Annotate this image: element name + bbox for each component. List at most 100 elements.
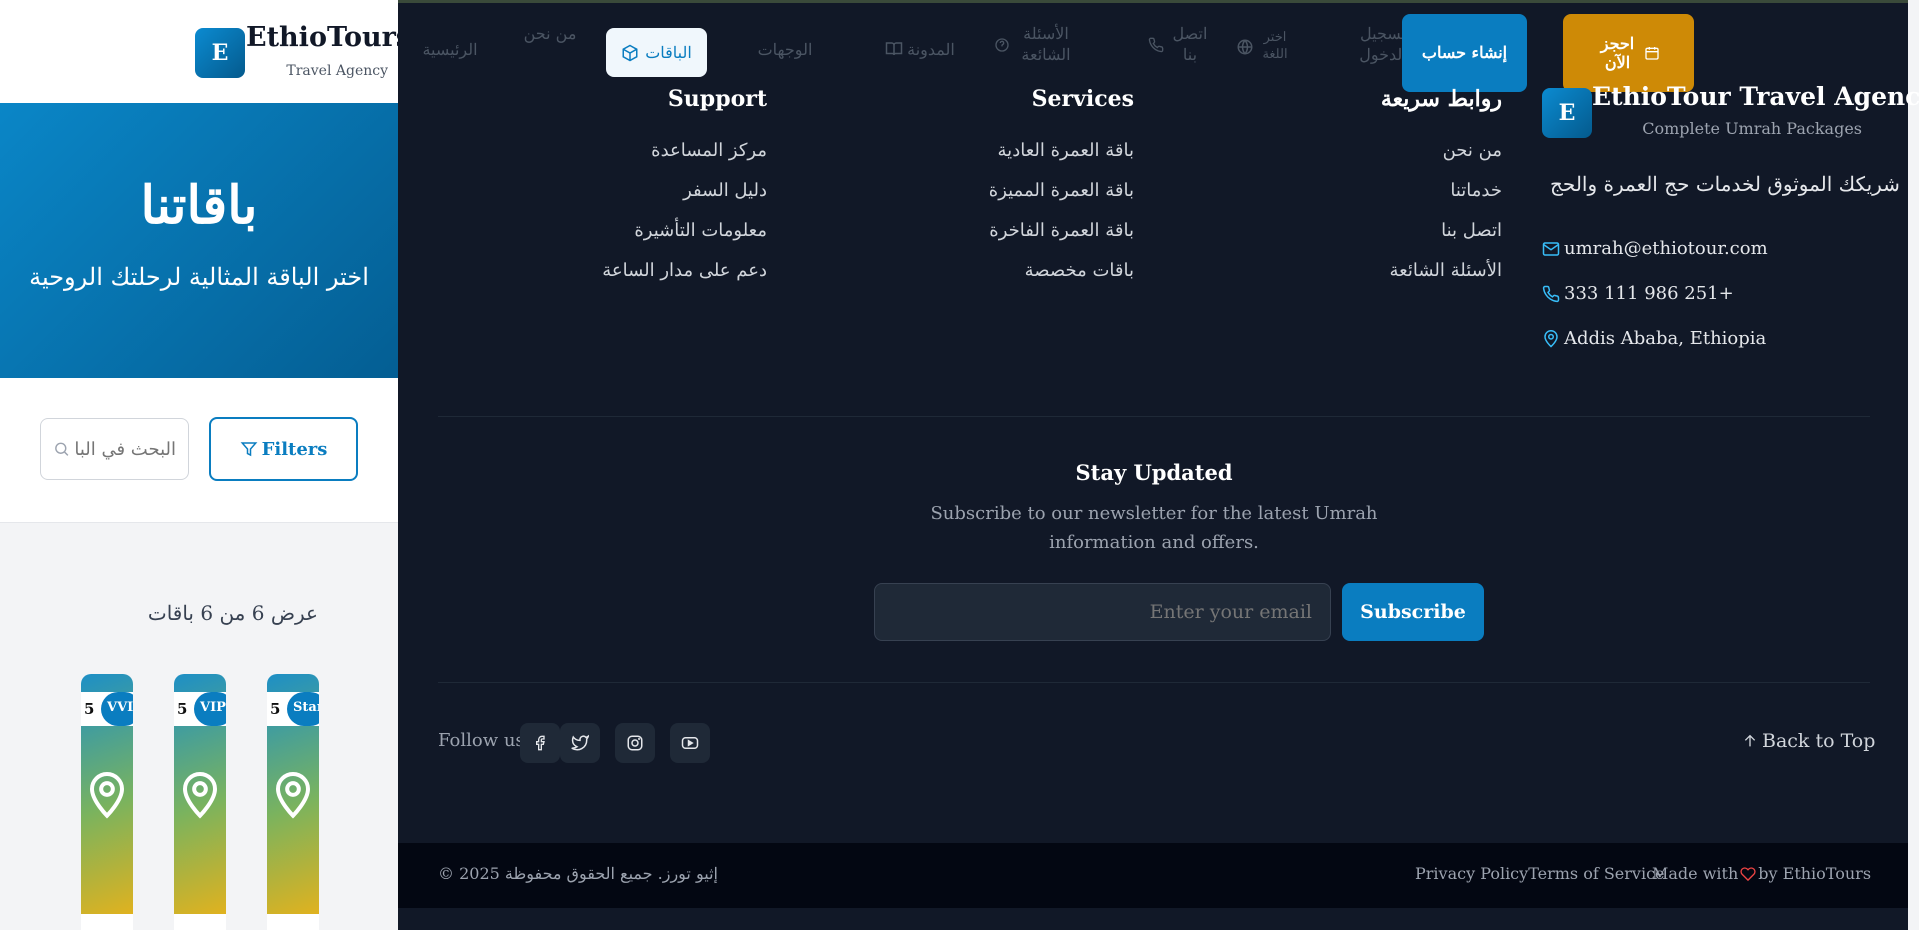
book-now-button[interactable]: احجز الآن	[1563, 14, 1694, 92]
address-text: Addis Ababa, Ethiopia	[1564, 328, 1767, 349]
nav-faq[interactable]: الأسئلة الشائعة	[994, 24, 1094, 66]
footer-link-faq[interactable]: الأسئلة الشائعة	[1300, 260, 1502, 281]
social-twitter[interactable]	[560, 723, 600, 763]
location-pin-icon	[182, 772, 218, 819]
footer-link-about[interactable]: من نحن	[1300, 140, 1502, 161]
footer-link-help-center[interactable]: مركز المساعدة	[567, 140, 767, 161]
footer-link-custom-packages[interactable]: باقات مخصصة	[934, 260, 1134, 281]
footer-brand: EthioTour Travel Agency	[1592, 82, 1919, 111]
package-tier-badge: VVIP	[101, 692, 133, 726]
page-title: باقاتنا	[140, 175, 258, 236]
email-text: umrah@ethiotour.com	[1564, 238, 1768, 259]
footer-link-regular-umrah[interactable]: باقة العمرة العادية	[934, 140, 1134, 161]
book-icon	[885, 42, 903, 56]
footer-logo-icon: E	[1542, 88, 1592, 138]
rating-value: 5	[84, 700, 95, 718]
hero-section: باقاتنا اختر الباقة المثالية لرحلتك الرو…	[0, 103, 398, 378]
logo-icon[interactable]: E	[195, 28, 245, 78]
subscribe-button[interactable]: Subscribe	[1342, 583, 1484, 641]
back-to-top-label: Back to Top	[1762, 730, 1876, 752]
phone-icon	[1542, 285, 1560, 302]
social-instagram[interactable]	[615, 723, 655, 763]
youtube-icon	[681, 737, 699, 749]
package-card[interactable]: 5 Standard	[267, 674, 319, 930]
nav-about[interactable]: من نحن	[520, 24, 580, 45]
terms-of-service-link[interactable]: Terms of Service	[1528, 864, 1664, 883]
search-icon	[55, 442, 69, 456]
filters-button[interactable]: Filters	[209, 417, 358, 481]
packages-page: E EthioTours Travel Agency باقاتنا اختر …	[0, 0, 398, 930]
twitter-icon	[571, 734, 589, 751]
divider	[438, 682, 1870, 683]
calendar-icon	[1644, 47, 1659, 60]
package-tier-badge: VIP	[194, 692, 226, 726]
facebook-icon	[536, 735, 545, 751]
package-tier-badge: Standard	[287, 692, 319, 726]
filters-label: Filters	[261, 438, 328, 460]
footer-link-visa-info[interactable]: معلومات التأشيرة	[567, 220, 767, 241]
newsletter-email-input[interactable]	[874, 583, 1331, 641]
nav-destinations[interactable]: الوجهات	[745, 40, 825, 61]
made-with-label: Made with	[1652, 864, 1739, 883]
help-icon	[995, 38, 1009, 52]
mail-icon	[1542, 241, 1560, 256]
nav-contact-label: اتصل بنا	[1172, 24, 1208, 64]
footer-link-travel-guide[interactable]: دليل السفر	[567, 180, 767, 201]
nav-faq-label: الأسئلة الشائعة	[1021, 24, 1071, 64]
support-title: Support	[667, 86, 767, 112]
footer-link-contact[interactable]: اتصل بنا	[1300, 220, 1502, 241]
divider	[438, 416, 1870, 417]
nav-packages-label: الباقات	[645, 43, 692, 62]
book-now-label: احجز الآن	[1600, 33, 1635, 72]
footer-link-support-24-7[interactable]: دعم على مدار الساعة	[567, 260, 767, 281]
heart-icon	[1740, 866, 1756, 881]
footer-description: شريكك الموثوق لخدمات حج العمرة والحج	[1550, 172, 1900, 196]
privacy-policy-link[interactable]: Privacy Policy	[1415, 864, 1528, 883]
footer-link-luxury-umrah[interactable]: باقة العمرة الفاخرة	[934, 220, 1134, 241]
results-count: عرض 6 من 6 باقات	[147, 601, 318, 625]
follow-us-label: Follow us:	[438, 730, 531, 751]
phone-text: +251 986 111 333	[1564, 283, 1734, 304]
phone-icon	[1148, 37, 1164, 53]
contact-address: Addis Ababa, Ethiopia	[1542, 328, 1766, 349]
rating-value: 5	[177, 700, 188, 718]
search-field[interactable]	[40, 418, 189, 480]
nav-contact[interactable]: اتصل بنا	[1148, 24, 1228, 66]
footer-brand-subtitle: Complete Umrah Packages	[1642, 119, 1862, 138]
footer-link-services[interactable]: خدماتنا	[1300, 180, 1502, 201]
brand-tagline: Travel Agency	[286, 63, 388, 79]
contact-email[interactable]: umrah@ethiotour.com	[1542, 238, 1768, 259]
package-card[interactable]: 5 VVIP	[81, 674, 133, 930]
arrow-up-icon	[1744, 734, 1756, 747]
nav-language-label: اختر اللغة	[1262, 30, 1288, 62]
nav-blog[interactable]: المدونة	[870, 40, 970, 61]
package-card[interactable]: 5 VIP	[174, 674, 226, 930]
social-facebook[interactable]	[520, 723, 560, 763]
instagram-icon	[627, 735, 643, 751]
back-to-top-button[interactable]: Back to Top	[1742, 730, 1875, 752]
nav-blog-label: المدونة	[907, 40, 955, 59]
brand-name[interactable]: EthioTours	[246, 22, 398, 53]
rating-value: 5	[270, 700, 281, 718]
contact-phone[interactable]: +251 986 111 333	[1542, 283, 1734, 304]
made-by-label: by EthioTours	[1758, 864, 1872, 883]
nav-packages[interactable]: الباقات	[606, 28, 707, 77]
location-pin-icon	[1544, 329, 1558, 347]
newsletter-description: Subscribe to our newsletter for the late…	[930, 503, 1378, 553]
search-input[interactable]	[76, 438, 176, 460]
filter-toolbar: Filters	[0, 378, 398, 523]
nav-language[interactable]: اختر اللغة	[1236, 30, 1316, 64]
made-with-text: Made with by EthioTours	[1652, 864, 1871, 883]
site-header: E EthioTours Travel Agency	[0, 0, 398, 103]
social-youtube[interactable]	[670, 723, 710, 763]
nav-home[interactable]: الرئيسية	[410, 40, 490, 61]
location-pin-icon	[89, 772, 125, 819]
page-subtitle: اختر الباقة المثالية لرحلتك الروحية	[29, 263, 369, 291]
create-account-button[interactable]: إنشاء حساب	[1402, 14, 1527, 92]
scrollbar[interactable]	[1908, 0, 1919, 930]
package-icon	[622, 44, 638, 61]
location-pin-icon	[275, 772, 311, 819]
services-title: Services	[1031, 86, 1134, 112]
footer-bottom-strip	[398, 908, 1908, 930]
footer-link-premium-umrah[interactable]: باقة العمرة المميزة	[934, 180, 1134, 201]
